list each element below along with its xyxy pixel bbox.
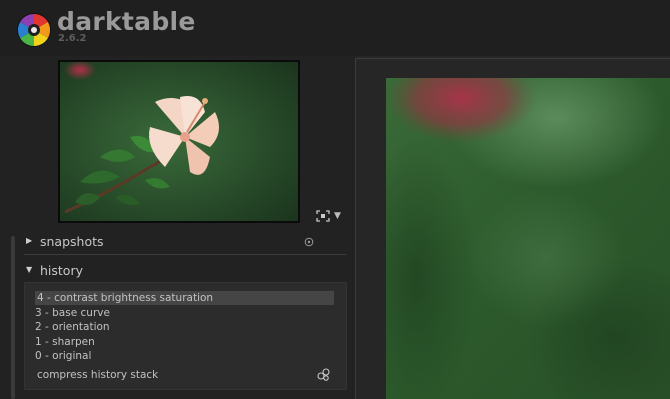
history-item[interactable]: 2 - orientation [35, 320, 110, 334]
darktable-logo-icon [17, 13, 51, 47]
history-item[interactable]: 4 - contrast brightness saturation [35, 291, 334, 305]
history-item[interactable]: 3 - base curve [35, 306, 110, 320]
expand-arrow-icon[interactable]: ▶ [26, 236, 32, 245]
history-module-header[interactable]: ▼ history [24, 261, 346, 283]
navigation-thumbnail[interactable] [58, 60, 300, 223]
chevron-down-icon[interactable]: ▼ [334, 210, 341, 222]
history-item[interactable]: 1 - sharpen [35, 335, 95, 349]
history-item[interactable]: 0 - original [35, 349, 91, 363]
left-panel-scrollbar[interactable] [11, 236, 15, 399]
collapse-arrow-icon[interactable]: ▼ [26, 265, 32, 274]
compress-history-button[interactable]: compress history stack [37, 369, 158, 381]
app-version: 2.6.2 [58, 33, 87, 44]
snapshots-label: snapshots [40, 234, 104, 249]
reset-icon[interactable] [304, 237, 314, 247]
history-panel: 4 - contrast brightness saturation 3 - b… [24, 282, 347, 390]
main-image-canvas[interactable] [386, 78, 670, 399]
app-title: darktable [57, 7, 196, 36]
fit-zoom-icon[interactable] [316, 210, 330, 222]
history-label: history [40, 263, 83, 278]
module-separator [24, 254, 346, 255]
style-create-icon[interactable] [317, 367, 331, 381]
top-banner: darktable 2.6.2 [0, 0, 670, 56]
snapshots-module-header[interactable]: ▶ snapshots [24, 232, 346, 254]
